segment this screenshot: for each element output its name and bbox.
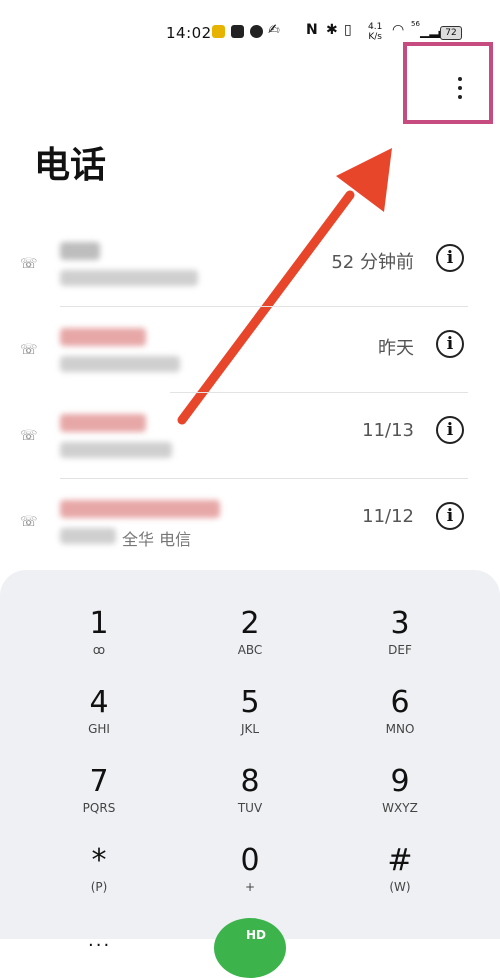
call-log-row[interactable]: ☏ 全华 电信 11/12 i bbox=[0, 484, 500, 570]
call-detail-redacted bbox=[60, 528, 116, 544]
dial-pad: 1 ꝏ 2 ABC 3 DEF 4 GHI 5 JKL 6 MNO 7 PQRS… bbox=[0, 570, 500, 978]
missed-call-icon: ☏ bbox=[20, 428, 38, 444]
dial-key-1[interactable]: 1 ꝏ bbox=[44, 606, 154, 676]
contact-name-redacted bbox=[60, 328, 146, 346]
call-info-button[interactable]: i bbox=[436, 502, 464, 530]
contact-name-redacted bbox=[60, 242, 100, 260]
dial-key-3[interactable]: 3 DEF bbox=[345, 606, 455, 676]
dial-key-star[interactable]: * (P) bbox=[44, 843, 154, 913]
call-time: 11/13 bbox=[362, 420, 414, 441]
dial-key-2[interactable]: 2 ABC bbox=[195, 606, 305, 676]
hd-call-button[interactable]: HD bbox=[214, 918, 286, 978]
call-detail-redacted bbox=[60, 270, 198, 286]
contact-name-redacted bbox=[60, 500, 220, 518]
call-log-row[interactable]: ☏ 11/13 i bbox=[0, 398, 500, 484]
call-time: 昨天 bbox=[378, 338, 414, 359]
dial-key-6[interactable]: 6 MNO bbox=[345, 685, 455, 755]
contact-name-redacted bbox=[60, 414, 146, 432]
call-info-button[interactable]: i bbox=[436, 244, 464, 272]
call-info-button[interactable]: i bbox=[436, 330, 464, 358]
call-time: 11/12 bbox=[362, 506, 414, 527]
divider bbox=[60, 478, 468, 479]
call-time: 52 分钟前 bbox=[331, 252, 414, 273]
dial-key-8[interactable]: 8 TUV bbox=[195, 764, 305, 834]
divider bbox=[60, 306, 468, 307]
call-info-button[interactable]: i bbox=[436, 416, 464, 444]
call-log-row[interactable]: ☏ 52 分钟前 i bbox=[0, 226, 500, 312]
call-icon: ☏ bbox=[20, 514, 38, 530]
call-log-row[interactable]: ☏ 昨天 i bbox=[0, 312, 500, 398]
divider bbox=[170, 392, 468, 393]
call-carrier: 全华 电信 bbox=[122, 530, 192, 549]
call-detail-redacted bbox=[60, 356, 180, 372]
call-detail-redacted bbox=[60, 442, 172, 458]
dial-key-4[interactable]: 4 GHI bbox=[44, 685, 154, 755]
dial-key-7[interactable]: 7 PQRS bbox=[44, 764, 154, 834]
dial-key-0[interactable]: 0 + bbox=[195, 843, 305, 913]
outgoing-call-icon: ☏ bbox=[20, 256, 38, 272]
dial-key-hash[interactable]: # (W) bbox=[345, 843, 455, 913]
voicemail-icon: ꝏ bbox=[92, 643, 106, 657]
hd-label: HD bbox=[246, 928, 267, 942]
dialpad-menu-button[interactable]: ... bbox=[88, 930, 111, 951]
call-icon: ☏ bbox=[20, 342, 38, 358]
dial-key-5[interactable]: 5 JKL bbox=[195, 685, 305, 755]
dial-key-9[interactable]: 9 WXYZ bbox=[345, 764, 455, 834]
